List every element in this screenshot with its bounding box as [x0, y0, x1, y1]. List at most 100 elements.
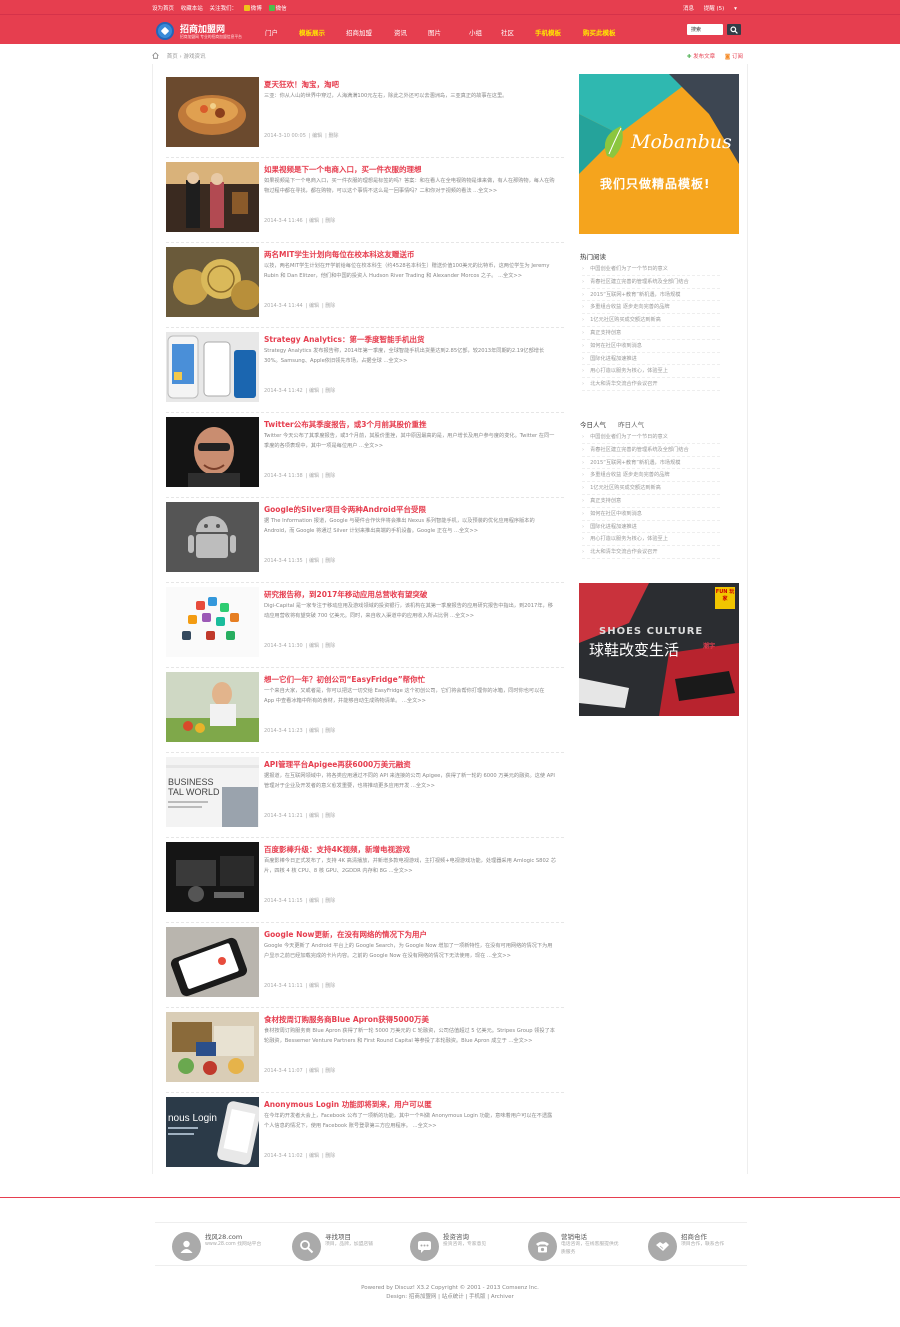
delete-link[interactable]: 删除	[325, 643, 335, 649]
article-title[interactable]: Anonymous Login 功能即将到来，用户可以匿	[264, 1099, 560, 1110]
article-title[interactable]: 如果视频是下一个电商入口，买一件衣服的理想	[264, 164, 560, 175]
bookmark-link[interactable]: 收藏本站	[181, 6, 203, 12]
delete-link[interactable]: 删除	[328, 133, 338, 139]
nav-item-news[interactable]: 资讯	[394, 27, 407, 37]
design-links[interactable]: Design: 招商加盟网 | 站点统计 | 手机版 | Archiver	[0, 1293, 900, 1302]
article-thumbnail[interactable]	[166, 417, 259, 487]
edit-link[interactable]: 编辑	[309, 388, 319, 394]
delete-link[interactable]: 删除	[325, 388, 335, 394]
article-thumbnail[interactable]	[166, 332, 259, 402]
search-input[interactable]: 搜索	[687, 24, 723, 35]
list-item[interactable]: 2015“互联网+教育”新机遇，市场规模	[582, 289, 720, 302]
delete-link[interactable]: 删除	[325, 983, 335, 989]
subscribe-link[interactable]: ◙ 订阅	[725, 54, 743, 60]
breadcrumb-home[interactable]: 首页	[167, 54, 178, 60]
list-item[interactable]: 青春社区建立完善的管理系统及全部门结合	[582, 444, 720, 457]
list-item[interactable]: 如何在社区中收到消息	[582, 340, 720, 353]
list-item[interactable]: 国际化进程加速推进	[582, 521, 720, 534]
list-item[interactable]: 真正支持创意	[582, 327, 720, 340]
list-item[interactable]: 多重组合收益 逐步走向完善的品牌	[582, 301, 720, 315]
list-item[interactable]: 如何在社区中收到消息	[582, 508, 720, 521]
list-item[interactable]: 北大和清华交流合作会议召开	[582, 546, 720, 559]
article-title[interactable]: 想一它们一年？初创公司“EasyFridge”帮你忙	[264, 674, 560, 685]
article-title[interactable]: API管理平台Apigee再获6000万美元融资	[264, 759, 560, 770]
delete-link[interactable]: 删除	[325, 303, 335, 309]
edit-link[interactable]: 编辑	[309, 303, 319, 309]
list-item[interactable]: 国际化进程加速推进	[582, 353, 720, 366]
list-item[interactable]: 青春社区建立完善的管理系统及全部门结合	[582, 276, 720, 289]
edit-link[interactable]: 编辑	[309, 1153, 319, 1159]
list-item[interactable]: 1亿元社区购买成交额达到新高	[582, 482, 720, 495]
edit-link[interactable]: 编辑	[309, 1068, 319, 1074]
search-button[interactable]	[727, 24, 741, 35]
article-thumbnail[interactable]: nous Login	[166, 1097, 261, 1167]
list-item[interactable]: 1亿元社区购买成交额达到新高	[582, 314, 720, 327]
edit-link[interactable]: 编辑	[309, 558, 319, 564]
article-title[interactable]: 研究报告称，到2017年移动应用总营收有望突破	[264, 589, 560, 600]
article-thumbnail[interactable]	[166, 247, 261, 317]
shoes-culture-ad[interactable]: SHOES CULTURE 球鞋改变生活 FUN 玩家 潮字	[579, 583, 739, 716]
nav-item-portal[interactable]: 门户	[265, 27, 278, 37]
mobanbus-banner[interactable]: Mobanbus 我们只做精品模板!	[579, 74, 739, 234]
article-title[interactable]: Google的Silver项目令两种Android平台受限	[264, 504, 560, 515]
article-title[interactable]: 两名MIT学生计划向每位在校本科这友赠送币	[264, 249, 560, 260]
delete-link[interactable]: 删除	[325, 473, 335, 479]
footer-item-projects[interactable]: 寻找项目 项目，品牌，加盟店铺	[275, 1229, 393, 1263]
post-article-link[interactable]: ✚ 发布文章	[687, 54, 715, 60]
set-homepage-link[interactable]: 设为首页	[152, 6, 174, 12]
article-title[interactable]: 夏天狂欢！淘宝，淘吧	[264, 79, 560, 90]
article-thumbnail[interactable]	[166, 162, 259, 232]
delete-link[interactable]: 删除	[325, 1153, 335, 1159]
edit-link[interactable]: 编辑	[309, 218, 319, 224]
messages-link[interactable]: 消息	[683, 6, 694, 12]
tab-today-popular[interactable]: 今日人气	[580, 421, 606, 429]
footer-item-consult[interactable]: 投资咨询 投资咨询，专家意见	[393, 1229, 511, 1263]
article-thumbnail[interactable]: BUSINESS TAL WORLD	[166, 757, 259, 827]
article-title[interactable]: Google Now更新，在没有网络的情况下为用户	[264, 929, 560, 940]
nav-item-mobile-template[interactable]: 手机模板	[535, 27, 561, 37]
article-thumbnail[interactable]	[166, 842, 259, 912]
nav-item-franchise[interactable]: 招商加盟	[346, 27, 372, 37]
list-item[interactable]: 北大和清华交流合作会议召开	[582, 378, 720, 391]
list-item[interactable]: 2015“互联网+教育”新机遇，市场规模	[582, 457, 720, 470]
delete-link[interactable]: 删除	[325, 898, 335, 904]
notifications-link[interactable]: 提醒 (5)	[704, 6, 725, 12]
list-item[interactable]: 用心打造以服务为核心，体验至上	[582, 365, 720, 379]
delete-link[interactable]: 删除	[325, 1068, 335, 1074]
edit-link[interactable]: 编辑	[309, 473, 319, 479]
user-menu-chevron-icon[interactable]: ▾	[734, 6, 737, 12]
article-thumbnail[interactable]	[166, 77, 259, 147]
delete-link[interactable]: 删除	[325, 813, 335, 819]
edit-link[interactable]: 编辑	[309, 898, 319, 904]
list-item[interactable]: 中国创业者们为了一个节日的意义	[582, 431, 720, 444]
list-item[interactable]: 真正支持创意	[582, 495, 720, 508]
edit-link[interactable]: 编辑	[309, 643, 319, 649]
article-title[interactable]: Strategy Analytics：第一季度智能手机出货	[264, 334, 560, 345]
nav-item-community[interactable]: 社区	[501, 27, 514, 37]
article-title[interactable]: Twitter公布其季度报告，或3个月前其股价重挫	[264, 419, 560, 430]
footer-item-cooperate[interactable]: 招商合作 项目合作，联系合作	[631, 1229, 749, 1263]
home-icon[interactable]	[152, 52, 159, 59]
site-logo[interactable]: 招商加盟网 招商加盟网 专业的招商加盟信息平台	[156, 22, 242, 40]
tab-yesterday-popular[interactable]: 昨日人气	[618, 421, 644, 429]
article-title[interactable]: 百度影棒升级：支持4K视频，新增电视游戏	[264, 844, 560, 855]
edit-link[interactable]: 编辑	[312, 133, 322, 139]
footer-item-phone[interactable]: 营销电话 电话咨询，在线客服提供优质服务	[511, 1229, 629, 1263]
article-thumbnail[interactable]	[166, 502, 259, 572]
list-item[interactable]: 用心打造以服务为核心，体验至上	[582, 533, 720, 547]
delete-link[interactable]: 删除	[325, 218, 335, 224]
nav-item-buy-template[interactable]: 购买此模板	[583, 27, 616, 37]
wechat-link[interactable]: 微信	[268, 5, 287, 12]
weibo-link[interactable]: 微博	[243, 5, 262, 12]
nav-item-images[interactable]: 图片	[428, 27, 441, 37]
article-thumbnail[interactable]	[166, 927, 259, 997]
delete-link[interactable]: 删除	[325, 558, 335, 564]
article-title[interactable]: 食材按周订购服务商Blue Apron获得5000万美	[264, 1014, 560, 1025]
article-thumbnail[interactable]	[166, 587, 259, 657]
list-item[interactable]: 中国创业者们为了一个节日的意义	[582, 263, 720, 276]
footer-item-site[interactable]: 找风28.com www.28.com 找网站平台	[155, 1229, 273, 1263]
article-thumbnail[interactable]	[166, 1012, 259, 1082]
nav-item-groups[interactable]: 小组	[469, 27, 482, 37]
article-thumbnail[interactable]	[166, 672, 259, 742]
edit-link[interactable]: 编辑	[309, 983, 319, 989]
